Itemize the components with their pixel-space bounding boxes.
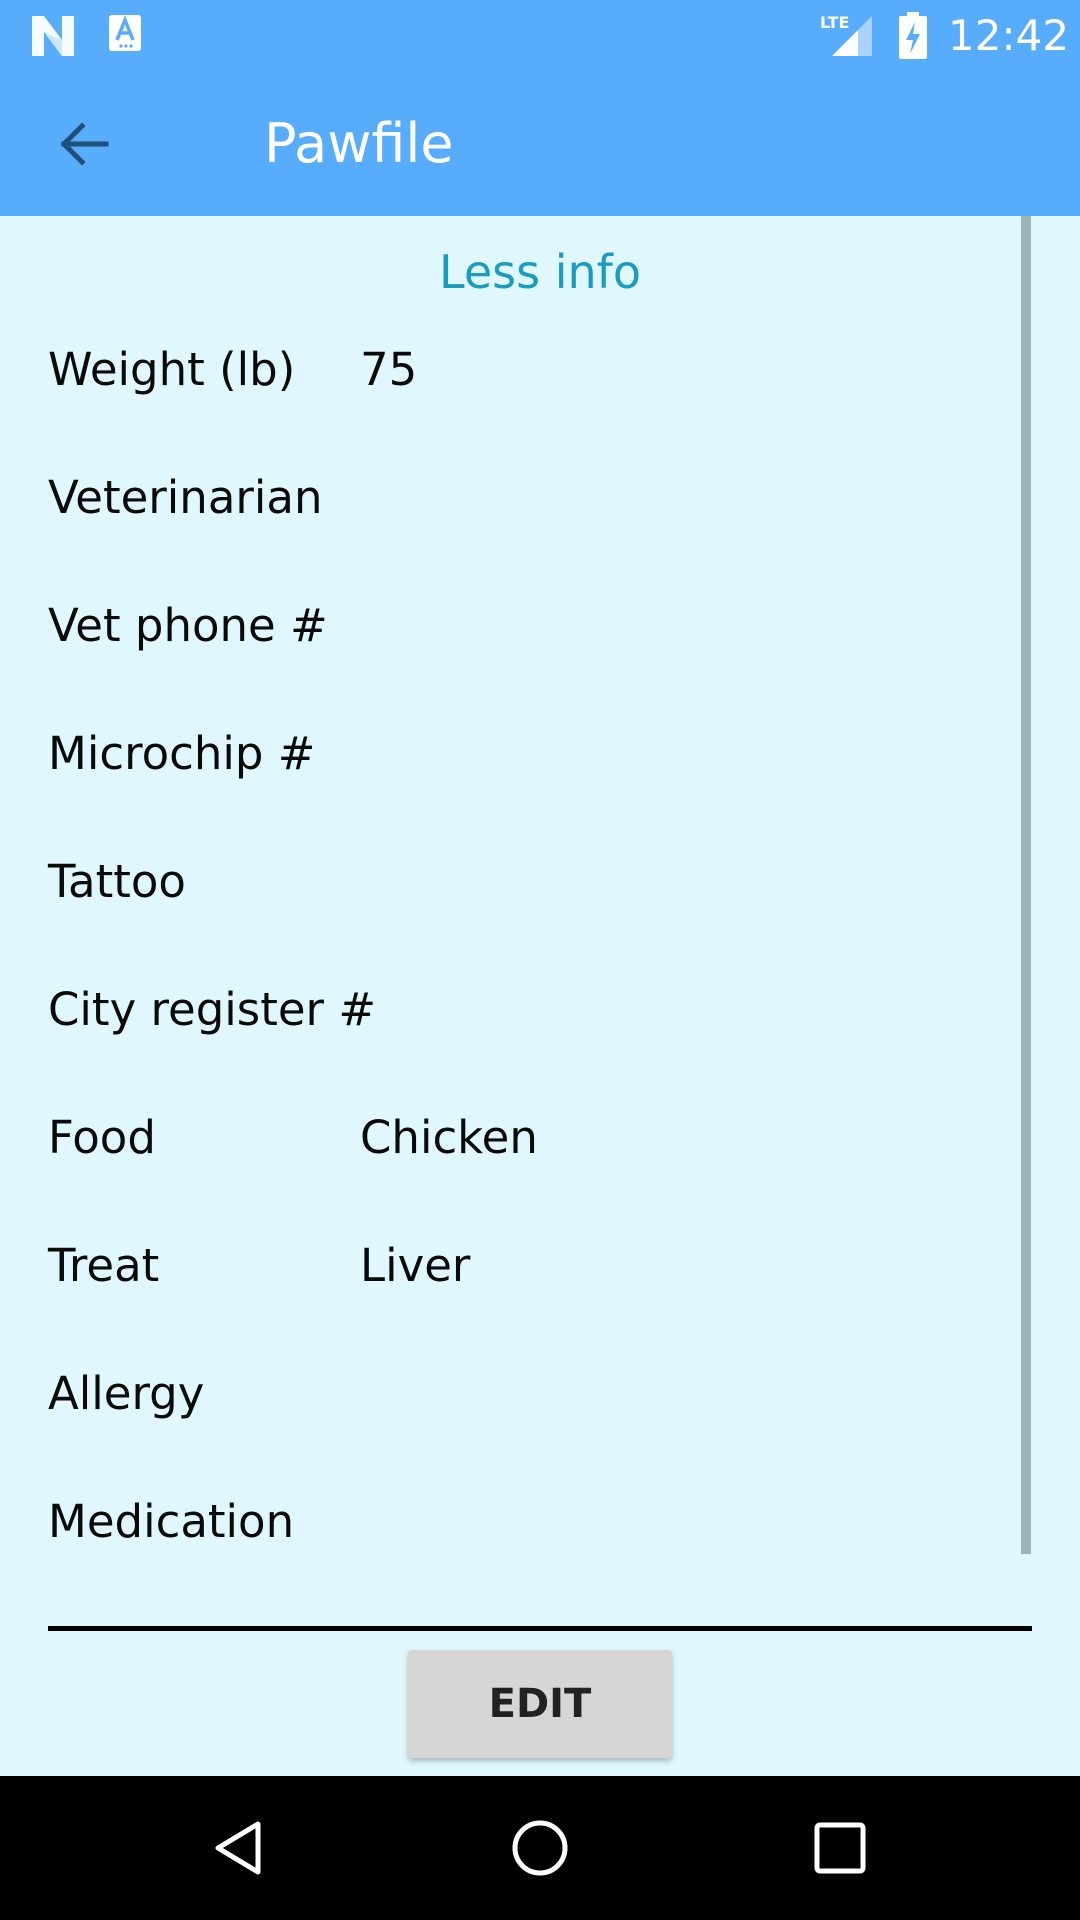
field-row-weight: Weight (lb) 75 <box>48 330 1008 410</box>
field-row-treat: Treat Liver <box>48 1226 1008 1306</box>
less-info-link[interactable]: Less info <box>0 244 1080 300</box>
field-row-veterinarian: Veterinarian <box>48 458 1008 538</box>
page-title: Pawfile <box>264 112 454 175</box>
navigation-bar <box>0 1776 1080 1920</box>
field-label: Allergy <box>48 1367 205 1420</box>
field-row-microchip: Microchip # <box>48 714 1008 794</box>
battery-charging-icon <box>899 12 927 59</box>
field-label: Medication <box>48 1495 295 1548</box>
divider <box>48 1626 1032 1631</box>
field-row-tattoo: Tattoo <box>48 842 1008 922</box>
field-label: City register # <box>48 983 377 1036</box>
back-button[interactable] <box>42 102 126 186</box>
field-label: Treat <box>48 1239 160 1292</box>
field-value: 75 <box>360 343 418 396</box>
field-row-food: Food Chicken <box>48 1098 1008 1178</box>
edit-button[interactable]: EDIT <box>408 1650 672 1758</box>
field-label: Veterinarian <box>48 471 323 524</box>
status-bar: LTE 12:42 <box>0 0 1080 72</box>
field-label: Tattoo <box>48 855 186 908</box>
nav-home-icon <box>512 1820 568 1876</box>
nav-home-button[interactable] <box>498 1806 582 1890</box>
n-notification-icon <box>32 16 74 56</box>
a-notification-icon <box>109 15 141 51</box>
arrow-back-icon <box>60 122 109 166</box>
nav-back-button[interactable] <box>198 1806 282 1890</box>
field-row-vet-phone: Vet phone # <box>48 586 1008 666</box>
field-label: Weight (lb) <box>48 343 296 396</box>
scrollbar[interactable] <box>1021 216 1031 1554</box>
field-row-allergy: Allergy <box>48 1354 1008 1434</box>
status-time: 12:42 <box>948 11 1070 60</box>
lte-signal-icon: LTE <box>820 13 872 56</box>
field-value: Chicken <box>360 1111 538 1164</box>
app-bar: Pawfile <box>0 72 1080 216</box>
nav-recents-button[interactable] <box>798 1806 882 1890</box>
profile-details: Less info Weight (lb) 75 Veterinarian Ve… <box>0 216 1080 1776</box>
svg-text:LTE: LTE <box>820 13 849 32</box>
nav-back-icon <box>215 1821 261 1875</box>
field-label: Vet phone # <box>48 599 328 652</box>
field-label: Microchip # <box>48 727 316 780</box>
field-label: Food <box>48 1111 156 1164</box>
field-row-medication: Medication <box>48 1482 1008 1562</box>
field-row-city-register: City register # <box>48 970 1008 1050</box>
nav-recents-icon <box>814 1822 866 1874</box>
field-value: Liver <box>360 1239 471 1292</box>
